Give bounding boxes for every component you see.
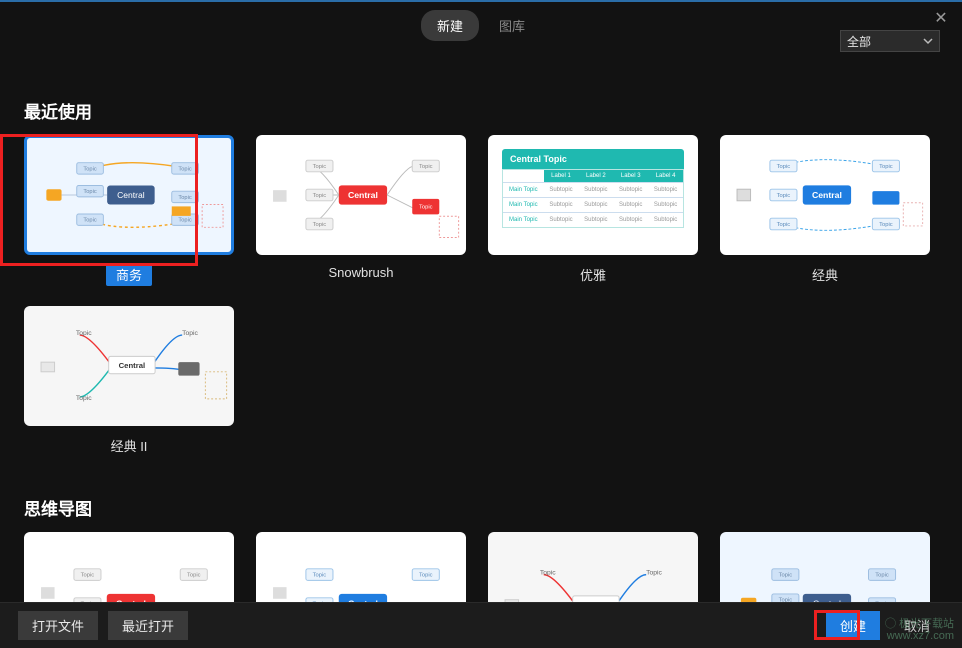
svg-text:Topic: Topic (419, 573, 433, 579)
template-thumb-elegant[interactable]: Central Topic Label 1 Label 2 Label 3 La… (488, 135, 698, 255)
recent-open-button[interactable]: 最近打开 (108, 611, 188, 640)
template-card[interactable]: Central Topic Label 1 Label 2 Label 3 La… (488, 135, 698, 286)
svg-text:Central: Central (119, 361, 146, 370)
tabs: 新建 图库 (421, 10, 541, 41)
chevron-down-icon (923, 36, 933, 46)
filter-label: 全部 (847, 33, 871, 50)
template-thumb-business[interactable]: Central Topic Topic Topic Topic Topic Topic (24, 135, 234, 255)
bottombar: 打开文件 最近打开 创建 取消 (0, 602, 962, 648)
svg-text:Topic: Topic (178, 195, 191, 201)
svg-text:Topic: Topic (419, 205, 433, 211)
create-button[interactable]: 创建 (826, 611, 880, 640)
topbar: 新建 图库 ✕ 全部 (0, 2, 962, 48)
template-label: 经典 II (101, 434, 158, 457)
svg-text:Topic: Topic (779, 573, 793, 579)
svg-text:Topic: Topic (76, 330, 92, 337)
template-label: 商务 (106, 263, 152, 286)
svg-text:Topic: Topic (777, 164, 791, 170)
svg-text:Topic: Topic (879, 164, 893, 170)
svg-text:Topic: Topic (83, 166, 96, 172)
svg-text:Topic: Topic (313, 193, 327, 199)
template-card[interactable]: CentralTopicTopic (488, 532, 698, 602)
template-card[interactable]: CentralTopicTopicTopic (256, 532, 466, 602)
cancel-button[interactable]: 取消 (890, 611, 944, 640)
template-card[interactable]: Central Topic Topic Topic 经典 II (24, 306, 234, 457)
template-thumb-mm4[interactable]: CentralTopicTopicTopicTopic (720, 532, 930, 602)
svg-text:Topic: Topic (879, 222, 893, 228)
template-label: Snowbrush (318, 263, 403, 282)
svg-text:Topic: Topic (178, 166, 191, 172)
template-card[interactable]: Central Topic Topic Topic Topic Topic 经典 (720, 135, 930, 286)
template-card[interactable]: Central Topic Topic Topic Topic Topic Snowb… (256, 135, 466, 286)
svg-text:Topic: Topic (875, 573, 889, 579)
svg-text:Topic: Topic (182, 330, 198, 337)
svg-text:Central: Central (348, 190, 378, 200)
svg-text:Topic: Topic (178, 218, 191, 224)
template-card[interactable]: Central TopicTopicTopic TopicTopicTopic … (24, 135, 234, 286)
template-label: 经典 (802, 263, 848, 286)
svg-text:Central: Central (117, 190, 145, 200)
svg-text:Topic: Topic (83, 218, 96, 224)
recent-grid: Central TopicTopicTopic TopicTopicTopic … (24, 135, 936, 457)
svg-text:Topic: Topic (313, 573, 327, 579)
open-file-button[interactable]: 打开文件 (18, 611, 98, 640)
svg-text:Topic: Topic (81, 573, 95, 579)
tab-gallery[interactable]: 图库 (483, 10, 541, 41)
template-scroll[interactable]: 最近使用 Central Topic Topic Topic (0, 60, 954, 602)
template-thumb-snowbrush[interactable]: Central Topic Topic Topic Topic Topic (256, 135, 466, 255)
tab-new[interactable]: 新建 (421, 10, 479, 41)
mindmap-grid: CentralTopicTopicTopic CentralTopicTopic… (24, 532, 936, 602)
svg-text:Topic: Topic (540, 570, 556, 577)
svg-text:Topic: Topic (83, 189, 96, 195)
template-card[interactable]: CentralTopicTopicTopicTopic (720, 532, 930, 602)
template-thumb-mm3[interactable]: CentralTopicTopic (488, 532, 698, 602)
filter-dropdown[interactable]: 全部 (840, 30, 940, 52)
svg-text:Topic: Topic (646, 570, 662, 577)
thumb-header: Central Topic (502, 149, 684, 169)
section-mindmap-title: 思维导图 (24, 495, 936, 520)
svg-text:Topic: Topic (777, 222, 791, 228)
svg-text:Topic: Topic (76, 395, 92, 402)
template-thumb-mm2[interactable]: CentralTopicTopicTopic (256, 532, 466, 602)
template-label: 优雅 (570, 263, 616, 286)
template-card[interactable]: CentralTopicTopicTopic (24, 532, 234, 602)
svg-text:Topic: Topic (777, 193, 791, 199)
svg-text:Topic: Topic (313, 164, 327, 170)
close-icon[interactable]: ✕ (930, 8, 952, 30)
template-thumb-mm1[interactable]: CentralTopicTopicTopic (24, 532, 234, 602)
svg-text:Topic: Topic (419, 164, 433, 170)
svg-text:Topic: Topic (313, 222, 327, 228)
template-thumb-classic2[interactable]: Central Topic Topic Topic (24, 306, 234, 426)
section-recent-title: 最近使用 (24, 98, 936, 123)
svg-text:Topic: Topic (187, 573, 201, 579)
svg-text:Central: Central (812, 190, 842, 200)
template-thumb-classic[interactable]: Central Topic Topic Topic Topic Topic (720, 135, 930, 255)
